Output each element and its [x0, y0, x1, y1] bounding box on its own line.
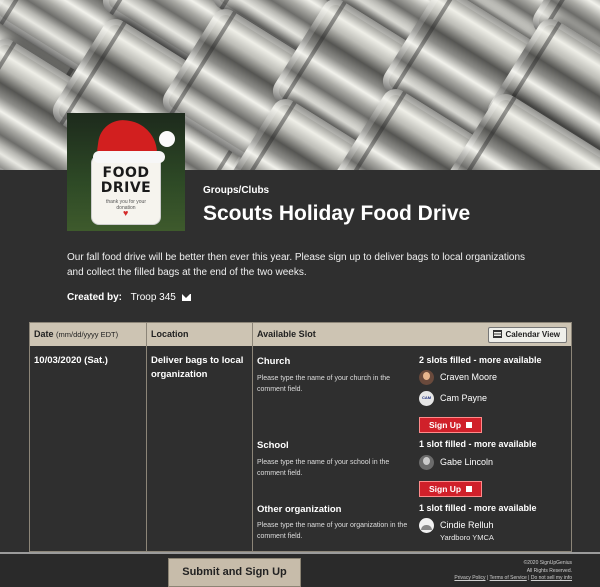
event-logo: FOOD DRIVE thank you for your donation ♥: [67, 113, 185, 231]
participant: Cam Payne: [419, 390, 487, 406]
page-title: Scouts Holiday Food Drive: [203, 202, 471, 225]
slot-status-church: 2 slots filled - more available: [419, 355, 542, 365]
participant: Cindie Relluh: [419, 517, 494, 533]
category-label: Groups/Clubs: [203, 185, 270, 196]
calendar-icon: [493, 330, 503, 338]
participant: Gabe Lincoln: [419, 454, 493, 470]
header-date: Date (mm/dd/yyyy EDT): [34, 329, 119, 339]
slot-location: Deliver bags to local organization: [151, 355, 244, 380]
logo-text: FOOD DRIVE: [100, 165, 152, 196]
rights-reserved: All Rights Reserved.: [526, 567, 572, 574]
heart-icon: ♥: [123, 208, 129, 218]
copyright: ©2020 SignUpGenius: [523, 560, 572, 566]
table-header-row: Date (mm/dd/yyyy EDT) Location Available…: [30, 323, 571, 346]
slot-title-other: Other organization: [257, 504, 342, 515]
do-not-sell-link[interactable]: Do not sell my info: [531, 575, 572, 581]
avatar: [419, 454, 434, 470]
avatar: [419, 369, 434, 385]
created-by: Created by: Troop 345: [67, 292, 191, 303]
terms-link[interactable]: Terms of Service: [490, 575, 527, 581]
slot-note-other: Please type the name of your organizatio…: [257, 522, 408, 540]
participant-name: Craven Moore: [440, 372, 498, 382]
privacy-policy-link[interactable]: Privacy Policy: [454, 575, 485, 581]
slot-title-church: Church: [257, 356, 291, 367]
header-location: Location: [151, 329, 189, 339]
event-description: Our fall food drive will be better then …: [67, 252, 526, 278]
signup-table: Date (mm/dd/yyyy EDT) Location Available…: [29, 322, 572, 553]
participant: Craven Moore: [419, 369, 497, 385]
checkbox-icon: [466, 422, 472, 428]
slot-note-church: Please type the name of your church in t…: [257, 375, 391, 393]
created-by-name: Troop 345: [130, 292, 176, 303]
signup-button-school[interactable]: Sign Up: [419, 481, 482, 497]
participant-name: Cam Payne: [440, 393, 488, 403]
footer-bar: Submit and Sign Up ©2020 SignUpGenius Al…: [0, 552, 600, 587]
checkbox-icon: [466, 486, 472, 492]
slot-date: 10/03/2020 (Sat.): [34, 355, 108, 366]
header-available-slot: Available Slot: [257, 329, 316, 339]
participant-comment: Yardboro YMCA: [440, 533, 494, 542]
email-icon[interactable]: [181, 293, 191, 301]
slot-status-school: 1 slot filled - more available: [419, 439, 537, 449]
calendar-view-button[interactable]: Calendar View: [488, 327, 567, 343]
legal-info: ©2020 SignUpGenius All Rights Reserved. …: [454, 560, 572, 581]
slot-note-school: Please type the name of your school in t…: [257, 459, 390, 477]
participant-name: Cindie Relluh: [440, 520, 494, 530]
signup-button-church[interactable]: Sign Up: [419, 417, 482, 433]
food-drive-jar: FOOD DRIVE thank you for your donation ♥: [91, 155, 161, 225]
avatar: [419, 517, 434, 533]
slot-title-school: School: [257, 440, 289, 451]
created-by-label: Created by:: [67, 292, 123, 303]
avatar: [419, 390, 434, 406]
date-format-hint: (mm/dd/yyyy EDT): [56, 330, 119, 339]
participant-name: Gabe Lincoln: [440, 457, 494, 467]
slot-status-other: 1 slot filled - more available: [419, 503, 537, 513]
submit-and-sign-up-button[interactable]: Submit and Sign Up: [168, 558, 301, 587]
